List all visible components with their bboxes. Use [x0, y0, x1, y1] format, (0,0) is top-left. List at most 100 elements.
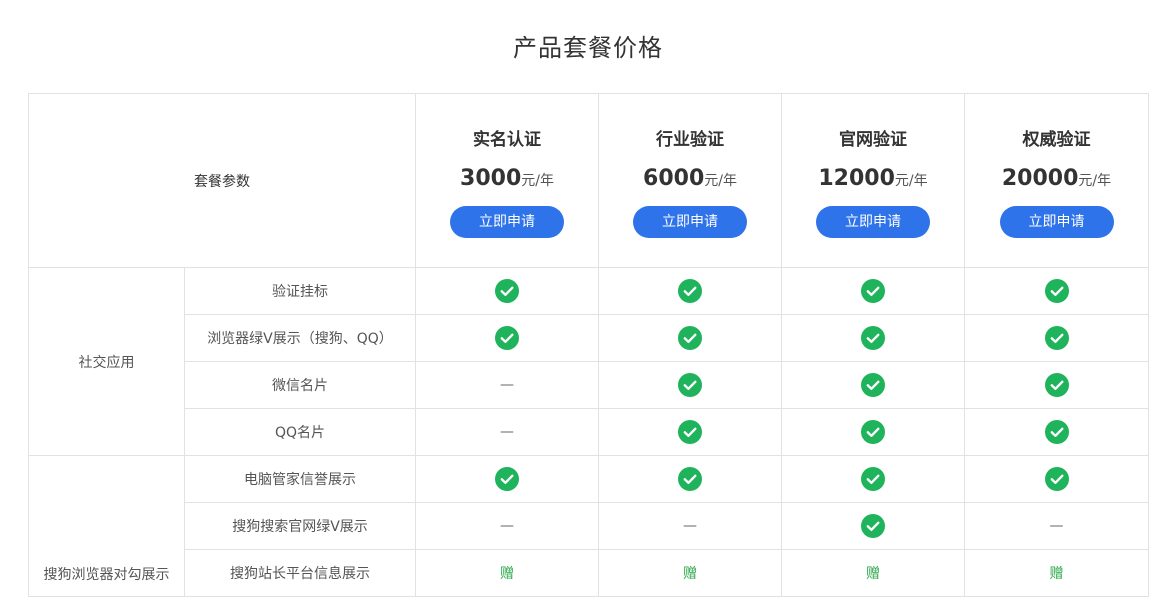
pricing-table: 套餐参数 实名认证 3000元/年 立即申请 行业验证 6000元/年 立即申请… [28, 93, 1149, 597]
feature-cell: QQ名片 [184, 408, 416, 456]
feature-cell: 电脑管家信誉展示 [184, 455, 416, 503]
not-included-mark: — [683, 518, 697, 534]
check-circle-icon [678, 326, 702, 350]
feature-value-cell [781, 314, 965, 362]
feature-label: 浏览器绿V展示（搜狗、QQ） [207, 331, 393, 347]
table-row: QQ名片 — [29, 408, 1149, 456]
feature-value-cell: 赠 [781, 549, 965, 597]
check-circle-icon [495, 326, 519, 350]
feature-cell: 验证挂标 [184, 267, 416, 315]
check-circle-icon [861, 514, 885, 538]
table-row: 搜狗搜索官网绿V展示 — — — [29, 502, 1149, 550]
check-circle-icon [1044, 279, 1069, 303]
plan-price: 20000元/年 [965, 166, 1148, 194]
feature-label: QQ名片 [274, 425, 326, 441]
feature-value-cell [598, 408, 782, 456]
price-amount: 3000 [460, 166, 522, 191]
feature-cell: 搜狗站长平台信息展示 [184, 549, 416, 597]
feature-cell: 微信名片 [184, 361, 416, 409]
gift-badge: 赠 [500, 566, 514, 582]
feature-value-cell [598, 455, 782, 503]
price-unit: 元/年 [704, 173, 737, 189]
feature-value-cell: 赠 [415, 549, 599, 597]
feature-value-cell [598, 361, 782, 409]
price-amount: 6000 [643, 166, 705, 191]
plan-name: 实名认证 [473, 130, 541, 150]
apply-button-real-name[interactable]: 立即申请 [450, 206, 564, 238]
plan-name: 权威验证 [1022, 130, 1091, 150]
plan-name: 行业验证 [656, 130, 724, 150]
feature-value-cell [598, 314, 782, 362]
feature-label: 电脑管家信誉展示 [244, 472, 356, 488]
feature-cell: 搜狗搜索官网绿V展示 [184, 502, 416, 550]
feature-value-cell: — [415, 408, 599, 456]
price-amount: 20000 [1001, 166, 1079, 191]
not-included-mark: — [500, 377, 514, 393]
check-circle-icon [678, 467, 702, 491]
check-circle-icon [861, 326, 885, 350]
check-circle-icon [1044, 326, 1069, 350]
price-unit: 元/年 [521, 173, 554, 189]
gift-badge: 赠 [683, 566, 697, 582]
not-included-mark: — [500, 518, 514, 534]
feature-value-cell [781, 361, 965, 409]
feature-label: 搜狗站长平台信息展示 [230, 566, 370, 582]
apply-button-official-site[interactable]: 立即申请 [816, 206, 930, 238]
plan-price: 3000元/年 [416, 166, 598, 194]
group-cell: 搜狗浏览器对勾展示 [28, 455, 185, 597]
feature-value-cell: — [415, 502, 599, 550]
check-circle-icon [495, 279, 519, 303]
plan-column-official-site: 官网验证 12000元/年 立即申请 [781, 93, 965, 268]
plan-column-authority: 权威验证 20000元/年 立即申请 [964, 93, 1149, 268]
check-circle-icon [678, 279, 702, 303]
plan-price: 12000元/年 [782, 166, 964, 194]
plan-name: 官网验证 [839, 130, 907, 150]
not-included-mark: — [500, 424, 514, 440]
apply-button-industry[interactable]: 立即申请 [633, 206, 747, 238]
price-amount: 12000 [818, 166, 895, 191]
check-circle-icon [861, 279, 885, 303]
feature-label: 验证挂标 [272, 284, 328, 300]
feature-value-cell [781, 502, 965, 550]
feature-rows: 社交应用 验证挂标浏览器绿V展示（搜狗、QQ） 微信名片 — QQ名片 — 搜狗浏览器对勾展… [28, 267, 1149, 597]
feature-value-cell [964, 455, 1149, 503]
feature-label: 微信名片 [272, 378, 328, 394]
check-circle-icon [1044, 373, 1069, 397]
plan-column-industry: 行业验证 6000元/年 立即申请 [598, 93, 782, 268]
table-row: 搜狗站长平台信息展示 赠 赠 赠 赠 [29, 549, 1149, 597]
feature-value-cell [781, 455, 965, 503]
feature-value-cell [964, 314, 1149, 362]
plan-header-row: 套餐参数 实名认证 3000元/年 立即申请 行业验证 6000元/年 立即申请… [28, 93, 1149, 268]
check-circle-icon [1044, 420, 1069, 444]
feature-value-cell [415, 455, 599, 503]
feature-value-cell [964, 408, 1149, 456]
table-row: 浏览器绿V展示（搜狗、QQ） [29, 314, 1149, 362]
feature-value-cell [598, 267, 782, 315]
check-circle-icon [495, 467, 519, 491]
check-circle-icon [678, 373, 702, 397]
gift-badge: 赠 [1049, 566, 1064, 582]
group-label: 社交应用 [78, 354, 135, 371]
feature-value-cell: — [964, 502, 1149, 550]
price-unit: 元/年 [1078, 173, 1112, 189]
group-label: 搜狗浏览器对勾展示 [43, 567, 170, 583]
plan-price: 6000元/年 [599, 166, 781, 194]
feature-value-cell: — [415, 361, 599, 409]
feature-value-cell [781, 267, 965, 315]
table-row: 社交应用 验证挂标 [28, 267, 1149, 456]
not-included-mark: — [1049, 518, 1064, 534]
gift-badge: 赠 [866, 566, 880, 582]
feature-value-cell: 赠 [598, 549, 782, 597]
feature-value-cell [964, 267, 1149, 315]
apply-button-authority[interactable]: 立即申请 [999, 206, 1114, 238]
feature-value-cell [415, 314, 599, 362]
feature-label: 搜狗搜索官网绿V展示 [232, 519, 368, 535]
feature-value-cell: 赠 [964, 549, 1149, 597]
check-circle-icon [861, 373, 885, 397]
check-circle-icon [1044, 467, 1069, 491]
price-unit: 元/年 [894, 173, 928, 189]
plan-column-real-name: 实名认证 3000元/年 立即申请 [415, 93, 599, 268]
params-label: 套餐参数 [194, 173, 250, 190]
check-circle-icon [678, 420, 702, 444]
feature-cell: 浏览器绿V展示（搜狗、QQ） [184, 314, 416, 362]
